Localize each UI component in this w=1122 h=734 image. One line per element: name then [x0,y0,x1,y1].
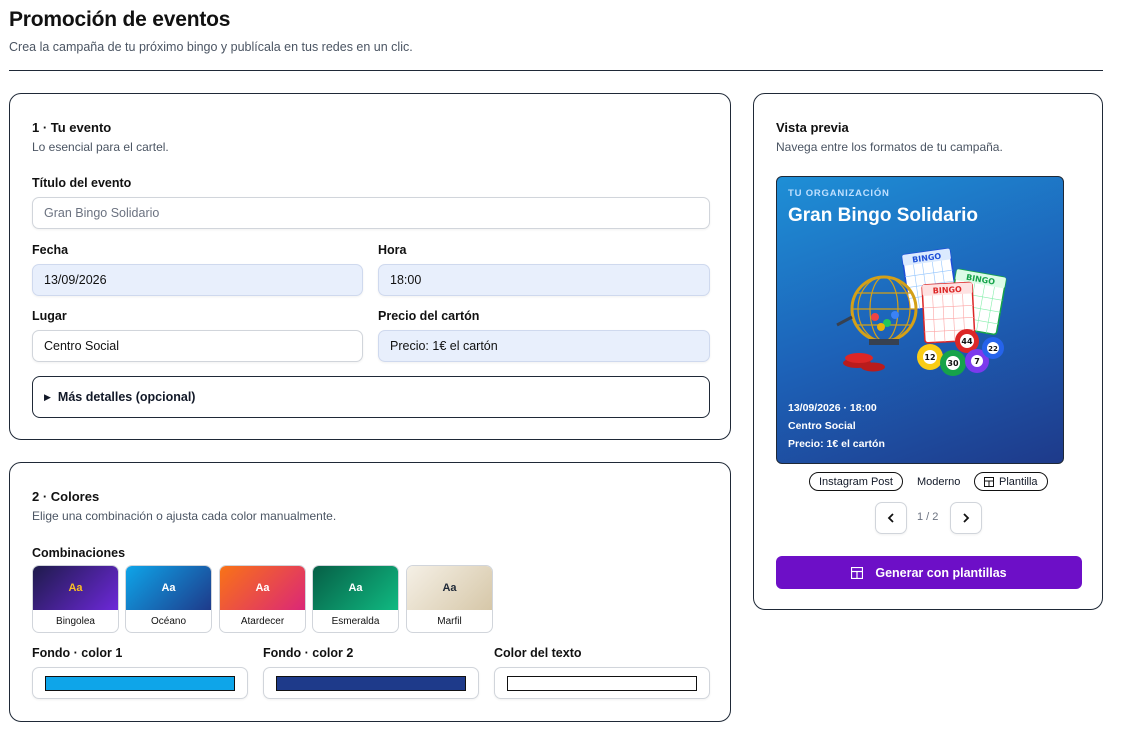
bg1-color-picker[interactable] [32,667,248,699]
time-label: Hora [378,243,407,257]
svg-text:30: 30 [947,359,959,368]
pager-indicator: 1 / 2 [917,511,939,523]
generate-button[interactable]: Generar con plantillas [776,556,1082,589]
combo-bingolea[interactable]: Aa Bingolea [32,565,119,633]
preview-card: Vista previa Navega entre los formatos d… [753,93,1103,610]
bg2-color-swatch [276,676,466,691]
chevron-right-icon [963,513,970,523]
more-details-toggle[interactable]: ▶ Más detalles (opcional) [32,376,710,418]
poster-preview: TU ORGANIZACIÓN Gran Bingo Solidario BIN… [776,176,1064,464]
combo-swatch: Aa [220,566,305,610]
template-icon [851,566,864,579]
date-label: Fecha [32,243,69,257]
text-color-label: Color del texto [494,646,582,660]
prev-button[interactable] [875,502,907,534]
template-icon [984,476,994,487]
combo-swatch: Aa [313,566,398,610]
combo-swatch: Aa [33,566,118,610]
colors-section-desc: Elige una combinación o ajusta cada colo… [32,509,337,523]
colors-card: 2 · Colores Elige una combinación o ajus… [9,462,731,722]
combo-swatch: Aa [126,566,211,610]
svg-text:7: 7 [974,357,980,366]
generate-button-label: Generar con plantillas [875,565,1007,580]
combo-atardecer[interactable]: Aa Atardecer [219,565,306,633]
header-divider [9,70,1103,71]
page-title: Promoción de eventos [9,8,231,31]
preview-title: Vista previa [776,120,849,135]
colors-section-title: 2 · Colores [32,489,100,504]
time-input[interactable]: 18:00 [378,264,710,296]
place-label: Lugar [32,309,67,323]
poster-datetime: 13/09/2026 · 18:00 [788,402,877,414]
combo-name: Atardecer [240,615,285,627]
combo-name: Marfil [437,615,462,627]
template-pill-label: Plantilla [999,475,1038,488]
bg2-label: Fondo · color 2 [263,646,354,660]
event-title-input[interactable]: Gran Bingo Solidario [32,197,710,229]
svg-text:22: 22 [988,345,998,353]
svg-text:12: 12 [924,353,935,362]
page-subtitle: Crea la campaña de tu próximo bingo y pu… [9,40,413,54]
combo-name: Bingolea [56,615,95,627]
event-card: 1 · Tu evento Lo esencial para el cartel… [9,93,731,440]
poster-place: Centro Social [788,420,856,432]
more-details-label: Más detalles (opcional) [57,390,196,404]
format-pill[interactable]: Instagram Post [809,472,903,491]
combo-esmeralda[interactable]: Aa Esmeralda [312,565,399,633]
event-section-title: 1 · Tu evento [32,120,112,135]
title-label: Título del evento [32,176,132,190]
bg2-color-picker[interactable] [263,667,479,699]
price-input[interactable]: Precio: 1€ el cartón [378,330,710,362]
svg-text:BINGO: BINGO [933,285,963,296]
disclosure-triangle-icon: ▶ [44,391,51,402]
text-color-picker[interactable] [494,667,710,699]
combo-name: Océano [150,615,187,627]
next-button[interactable] [950,502,982,534]
bg1-color-swatch [45,676,235,691]
price-label: Precio del cartón [378,309,480,323]
bg1-label: Fondo · color 1 [32,646,123,660]
style-pill[interactable]: Moderno [907,472,971,491]
combos-label: Combinaciones [32,546,126,560]
svg-text:44: 44 [961,337,973,346]
combo-name: Esmeralda [331,615,380,627]
event-section-desc: Lo esencial para el cartel. [32,140,169,154]
chevron-left-icon [887,513,894,523]
poster-price: Precio: 1€ el cartón [788,438,885,450]
text-color-swatch [507,676,697,691]
date-input[interactable]: 13/09/2026 [32,264,363,296]
combo-oceano[interactable]: Aa Océano [125,565,212,633]
template-pill[interactable]: Plantilla [974,472,1048,491]
combo-marfil[interactable]: Aa Marfil [406,565,493,633]
preview-desc: Navega entre los formatos de tu campaña. [776,140,1003,154]
combo-swatch: Aa [407,566,492,610]
place-input[interactable]: Centro Social [32,330,363,362]
